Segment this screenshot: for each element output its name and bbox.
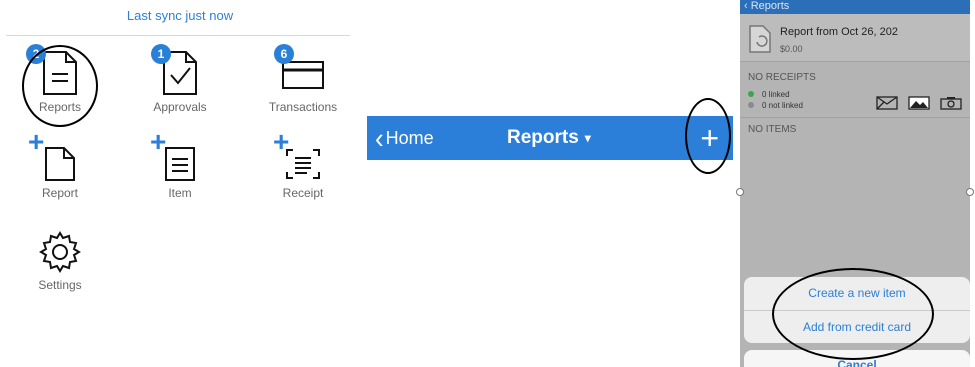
- chevron-left-icon: ‹: [744, 0, 748, 12]
- add-receipt-icon: [286, 149, 320, 179]
- annotation-circle: [22, 45, 98, 127]
- reports-back-link[interactable]: ‹ Reports: [740, 0, 970, 14]
- back-label: Home: [385, 127, 434, 148]
- tile-label: Transactions: [268, 100, 338, 114]
- receipts-header: NO RECEIPTS: [748, 72, 816, 83]
- report-title: Report from Oct 26, 202: [780, 26, 898, 38]
- annotation-circle: [772, 268, 934, 360]
- sync-status: Last sync just now: [126, 8, 234, 23]
- tile-approvals[interactable]: Approvals: [125, 50, 235, 114]
- paperclip-icon: [748, 91, 754, 97]
- report-amount: $0.00: [780, 44, 803, 54]
- divider: [740, 117, 970, 118]
- transactions-badge: 6: [274, 44, 294, 64]
- add-report-icon: [45, 147, 75, 181]
- gear-icon: [39, 231, 81, 273]
- linked-count: 0 linked: [748, 90, 790, 99]
- tile-label: Approvals: [153, 100, 207, 114]
- home-screen: Last sync just now Reports 2 Approvals 1…: [0, 0, 360, 367]
- envelope-icon[interactable]: [876, 96, 898, 110]
- reports-nav-bar: ‹ Home Reports ▾ +: [367, 116, 733, 160]
- not-linked-count: 0 not linked: [748, 101, 803, 110]
- photo-icon[interactable]: [908, 96, 930, 110]
- resize-handle: [966, 188, 974, 196]
- divider: [6, 35, 350, 36]
- report-summary[interactable]: Report from Oct 26, 202 $0.00: [740, 14, 970, 62]
- tile-transactions[interactable]: Transactions: [248, 50, 358, 114]
- page-title: Reports: [507, 127, 579, 148]
- resize-handle: [736, 188, 744, 196]
- tile-label: Settings: [38, 278, 82, 292]
- back-label: Reports: [750, 0, 790, 12]
- back-button[interactable]: ‹ Home: [375, 116, 434, 160]
- tile-new-item[interactable]: Item: [125, 146, 235, 200]
- chevron-down-icon: ▾: [584, 131, 591, 145]
- document-icon: [749, 25, 771, 53]
- camera-icon[interactable]: [940, 96, 962, 110]
- annotation-circle: [685, 98, 731, 174]
- chevron-left-icon: ‹: [375, 121, 384, 155]
- tile-label: Item: [168, 186, 192, 200]
- items-header: NO ITEMS: [748, 124, 797, 135]
- tile-label: Report: [41, 186, 79, 200]
- tile-label: Receipt: [282, 186, 324, 200]
- tile-settings[interactable]: Settings: [5, 230, 115, 292]
- nav-title-dropdown[interactable]: Reports ▾: [507, 116, 591, 160]
- add-item-icon: [165, 147, 195, 181]
- approvals-badge: 1: [151, 44, 171, 64]
- tile-new-report[interactable]: Report: [5, 146, 115, 200]
- tile-new-receipt[interactable]: Receipt: [248, 146, 358, 200]
- paperclip-icon: [748, 102, 754, 108]
